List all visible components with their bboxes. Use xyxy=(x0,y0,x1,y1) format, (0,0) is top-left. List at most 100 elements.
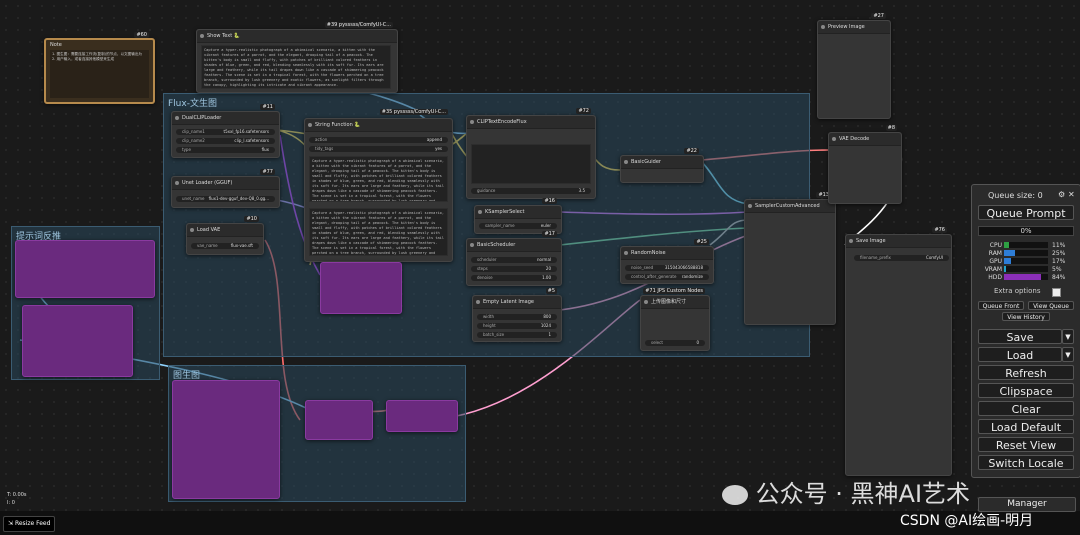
bypassed-node[interactable] xyxy=(22,305,133,377)
bypassed-node[interactable] xyxy=(305,400,373,440)
sampler-custom-advanced-node[interactable]: #13 SamplerCustomAdvanced xyxy=(744,192,836,325)
node-id-badge: #11 xyxy=(260,104,275,110)
sampler-name-widget[interactable]: sampler_name euler xyxy=(479,223,557,229)
save-image-node[interactable]: #76 Save Image filename_prefix ComfyUI xyxy=(845,227,952,476)
basic-scheduler-node[interactable]: #17 BasicScheduler scheduler normal steps… xyxy=(466,231,562,286)
node-id-badge: #27 xyxy=(871,13,886,19)
control-after-generate-widget[interactable]: control_after_generate randomize xyxy=(625,274,709,280)
node-title: Note xyxy=(50,42,62,48)
resize-feed-label: Resize Feed xyxy=(14,520,51,527)
stat-percent: 84% xyxy=(1052,274,1066,281)
node-title: Empty Latent Image xyxy=(473,296,561,309)
random-noise-node[interactable]: #25 RandomNoise noise_seed 31504306658881… xyxy=(620,239,714,284)
stat-bar-fill xyxy=(1004,250,1015,256)
show-text-node[interactable]: #39 pysssss/ComfyUI-C... Show Text 🐍 Cap… xyxy=(196,22,398,93)
clip-name1-widget[interactable]: clip_name1 t5xxl_fp16.safetensors xyxy=(176,129,275,135)
node-title: SamplerCustomAdvanced xyxy=(745,200,835,213)
clip-name2-widget[interactable]: clip_name2 clip_l.safetensors xyxy=(176,138,275,144)
stat-bar xyxy=(1004,258,1048,264)
note-text[interactable]: 1. 图生图：需要连接工作流(复制)的节点，以文图输出为 2. 用户输入，或者连… xyxy=(50,50,149,98)
unet-loader-gguf-node[interactable]: #77 Unet Loader (GGUF) unet_name flux1-de… xyxy=(171,169,280,208)
load-default-button[interactable]: Load Default xyxy=(978,419,1074,434)
node-id-badge: #76 xyxy=(932,227,947,233)
denoise-widget[interactable]: denoise 1.00 xyxy=(471,275,557,281)
clipspace-button[interactable]: Clipspace xyxy=(978,383,1074,398)
resize-feed-button[interactable]: ⇲ Resize Feed xyxy=(3,516,56,532)
node-id-badge: #39 pysssss/ComfyUI-C... xyxy=(324,22,393,28)
dual-clip-loader-node[interactable]: #11 DualCLIPLoader clip_name1 t5xxl_fp16.… xyxy=(171,104,280,158)
ksampler-select-node[interactable]: #16 KSamplerSelect sampler_name euler xyxy=(474,198,562,234)
filename-prefix-widget[interactable]: filename_prefix ComfyUI xyxy=(854,255,949,261)
height-widget[interactable]: height 1024 xyxy=(477,323,557,329)
type-widget[interactable]: type flux xyxy=(176,147,275,153)
bypassed-node[interactable] xyxy=(320,262,402,314)
node-id-badge: #71 JPS Custom Nodes xyxy=(643,288,705,294)
progress-bar: 0% xyxy=(978,226,1074,236)
string-function-node[interactable]: #35 pysssss/ComfyUI-C... String Function… xyxy=(304,109,453,262)
unet-name-widget[interactable]: unet_name flux1-dev-gguf_dev-Q8_0.gg... xyxy=(176,196,275,202)
show-text-output[interactable]: Capture a hyper-realistic photograph of … xyxy=(201,45,391,89)
stat-bar-fill xyxy=(1004,242,1009,248)
queue-prompt-button[interactable]: Queue Prompt xyxy=(978,205,1074,220)
view-history-button[interactable]: View History xyxy=(1002,312,1050,321)
noise-seed-widget[interactable]: noise_seed 315043066588818 xyxy=(625,265,709,271)
prompt-text-2[interactable]: Capture a hyper-realistic photograph of … xyxy=(309,208,448,256)
save-dropdown-icon[interactable]: ▼ xyxy=(1062,329,1074,344)
extra-options-checkbox[interactable] xyxy=(1052,288,1061,297)
queue-size: Queue size: 0 xyxy=(988,191,1043,200)
vae-name-widget[interactable]: vae_name flux-vae.sft xyxy=(191,243,259,249)
batch-size-widget[interactable]: batch_size 1 xyxy=(477,332,557,338)
node-title: Show Text 🐍 xyxy=(197,30,397,43)
execution-time: T: 0.00s xyxy=(7,492,27,498)
vae-decode-node[interactable]: #8 VAE Decode xyxy=(828,125,902,204)
gear-icon[interactable]: ⚙ xyxy=(1058,190,1065,199)
clip-text-area[interactable] xyxy=(471,144,591,184)
switch-locale-button[interactable]: Switch Locale xyxy=(978,455,1074,470)
queue-front-button[interactable]: Queue Front xyxy=(978,301,1024,310)
bypassed-node[interactable] xyxy=(172,380,280,499)
action-widget[interactable]: action append xyxy=(309,137,448,143)
guidance-widget[interactable]: guidance 3.5 xyxy=(471,188,591,194)
save-button[interactable]: Save xyxy=(978,329,1062,344)
upload-image-size-node[interactable]: #71 JPS Custom Nodes 上传图像和尺寸 select 0 xyxy=(640,288,710,351)
clear-button[interactable]: Clear xyxy=(978,401,1074,416)
bypassed-node[interactable] xyxy=(386,400,458,432)
stat-bar xyxy=(1004,266,1048,272)
comfy-menu[interactable]: Queue size: 0 ⚙ ✕ Queue Prompt 0% CPU 11%… xyxy=(971,184,1080,478)
empty-latent-image-node[interactable]: #5 Empty Latent Image width 800 height 102… xyxy=(472,288,562,342)
preview-image-node[interactable]: #27 Preview Image xyxy=(817,13,891,119)
load-vae-node[interactable]: #10 Load VAE vae_name flux-vae.sft xyxy=(186,216,264,255)
watermark-csdn: CSDN @AI绘画-明月 xyxy=(900,513,1034,529)
basic-guider-node[interactable]: #22 BasicGuider xyxy=(620,148,704,183)
load-dropdown-icon[interactable]: ▼ xyxy=(1062,347,1074,362)
view-queue-button[interactable]: View Queue xyxy=(1028,301,1074,310)
tidy-tags-widget[interactable]: tidy_tags yes xyxy=(309,146,448,152)
steps-widget[interactable]: steps 20 xyxy=(471,266,557,272)
stat-label: HDD xyxy=(988,274,1002,281)
select-widget[interactable]: select 0 xyxy=(645,340,705,346)
resize-icon: ⇲ xyxy=(8,520,14,527)
node-id-badge: #77 xyxy=(260,169,275,175)
refresh-button[interactable]: Refresh xyxy=(978,365,1074,380)
stat-row-vram: VRAM 5% xyxy=(980,266,1070,273)
execution-status: I: 0 xyxy=(7,500,15,506)
node-title: BasicGuider xyxy=(621,156,703,169)
width-widget[interactable]: width 800 xyxy=(477,314,557,320)
node-title: DualCLIPLoader xyxy=(172,112,279,125)
manager-button[interactable]: Manager xyxy=(978,497,1076,512)
note-node[interactable]: #60 Note 1. 图生图：需要连接工作流(复制)的节点，以文图输出为 2.… xyxy=(44,32,155,104)
stat-row-gpu: GPU 17% xyxy=(980,258,1070,265)
clip-text-encode-flux-node[interactable]: #72 CLIPTextEncodeFlux guidance 3.5 xyxy=(466,108,596,199)
load-button[interactable]: Load xyxy=(978,347,1062,362)
reset-view-button[interactable]: Reset View xyxy=(978,437,1074,452)
prompt-text-1[interactable]: Capture a hyper-realistic photograph of … xyxy=(309,156,448,202)
stat-bar xyxy=(1004,274,1048,280)
graph-canvas[interactable]: Flux-文生图 提示词反推 图生图 #60 Note 1. 图生图：需要连接工… xyxy=(0,0,1080,535)
stat-bar-fill xyxy=(1004,266,1007,272)
close-icon[interactable]: ✕ xyxy=(1068,190,1075,199)
node-id-badge: #60 xyxy=(134,32,149,38)
node-title: Unet Loader (GGUF) xyxy=(172,177,279,190)
scheduler-widget[interactable]: scheduler normal xyxy=(471,257,557,263)
bypassed-node[interactable] xyxy=(15,240,155,298)
node-id-badge: #16 xyxy=(542,198,557,204)
